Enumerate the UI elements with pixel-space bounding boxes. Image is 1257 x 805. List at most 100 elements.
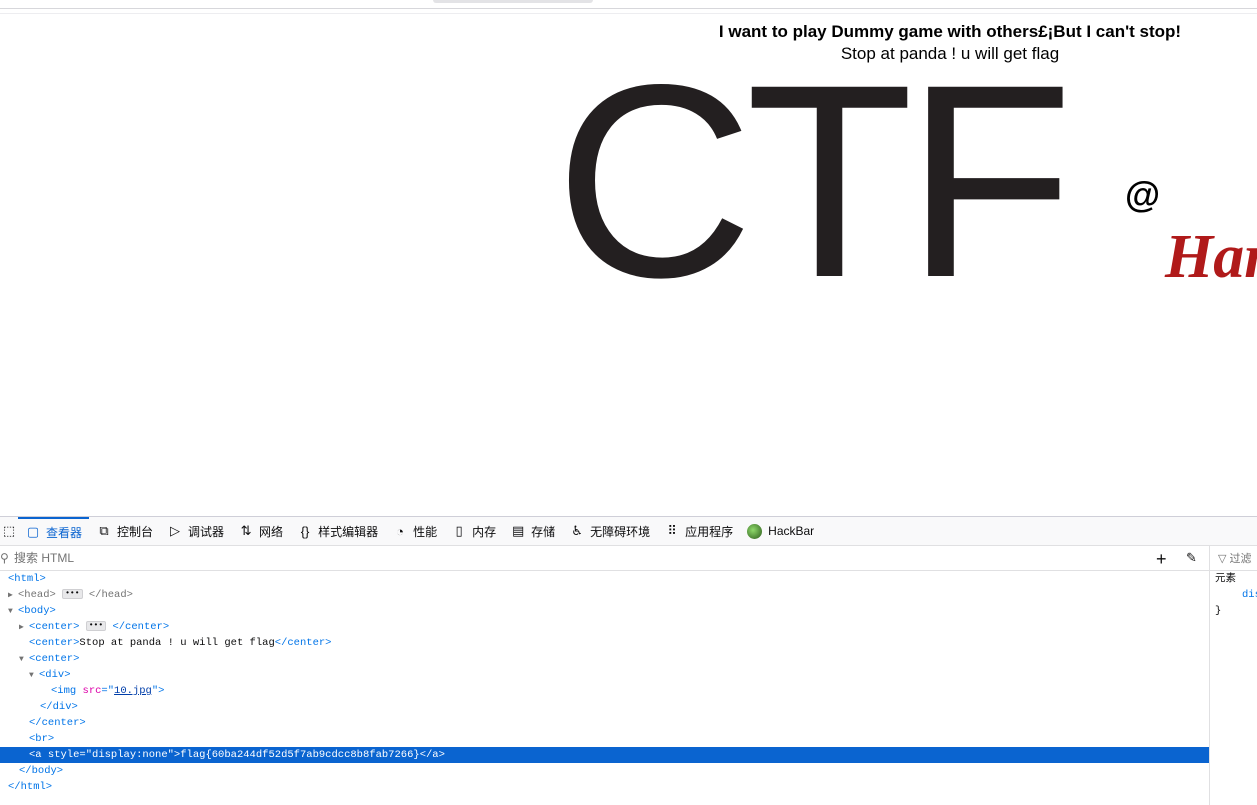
devtools-panel: ⬚ ▢ 查看器 ⧉ 控制台 ▷ 调试器 ⇅ 网络 {} 样式编辑器 ◔ 性能 ▯…	[0, 516, 1257, 805]
collapse-arrow-icon[interactable]: ▼	[8, 604, 18, 620]
tree-row-center-1[interactable]: ▶ <center> ••• </center>	[0, 619, 1209, 635]
tab-label: 应用程序	[685, 524, 734, 539]
tag-head-open: <head>	[18, 589, 56, 601]
tree-row-div-close[interactable]: </div>	[0, 699, 1209, 715]
network-icon: ⇅	[240, 523, 252, 538]
performance-icon: ◔	[396, 523, 404, 539]
tab-inspector[interactable]: ▢ 查看器	[18, 516, 90, 546]
debugger-icon: ▷	[170, 523, 181, 538]
tab-debugger[interactable]: ▷ 调试器	[160, 517, 231, 546]
element-picker-icon[interactable]: ⬚	[0, 517, 18, 546]
tag-head-close: </head>	[88, 589, 133, 601]
tab-hackbar[interactable]: HackBar	[740, 517, 821, 546]
collapse-arrow-icon[interactable]: ▼	[19, 652, 29, 668]
tag-center-open: <center>	[29, 653, 80, 665]
tab-label: 内存	[472, 524, 497, 539]
rules-side-panel: ▽ 过滤 元素 dis }	[1209, 546, 1257, 805]
tag-img-post: ">	[151, 685, 165, 697]
tag-center-close: </center>	[112, 621, 170, 633]
tab-label: 存储	[531, 524, 556, 539]
rule-property[interactable]: dis	[1210, 587, 1257, 603]
html-search-bar: ⚲ + ✎	[0, 546, 1209, 571]
tab-label: 调试器	[188, 524, 225, 539]
tree-row-div[interactable]: ▼ <div>	[0, 667, 1209, 683]
expand-arrow-icon[interactable]: ▶	[19, 620, 29, 636]
tag-a-pre: <a	[29, 749, 48, 761]
tag-a-close: </a>	[419, 749, 445, 761]
console-icon: ⧉	[99, 523, 109, 538]
collapsed-ellipsis-icon[interactable]: •••	[85, 621, 107, 632]
ctf-logo-image: CTF	[555, 28, 1074, 335]
rule-close-brace: }	[1215, 605, 1222, 617]
application-icon: ⠿	[667, 523, 677, 538]
tag-center-open: <center>	[29, 637, 80, 649]
add-node-icon[interactable]: +	[1156, 549, 1167, 570]
collapse-arrow-icon[interactable]: ▼	[29, 668, 39, 684]
tab-console[interactable]: ⧉ 控制台	[89, 517, 160, 546]
screen: I want to play Dummy game with others£¡B…	[0, 0, 1257, 805]
rules-filter[interactable]: ▽ 过滤	[1210, 546, 1257, 571]
tree-row-head[interactable]: ▶ <head> ••• </head>	[0, 587, 1209, 603]
img-src-link[interactable]: 10.jpg	[114, 685, 152, 697]
tree-row-center-3[interactable]: ▼ <center>	[0, 651, 1209, 667]
browser-chrome-divider	[0, 8, 1257, 9]
tab-label: 无障碍环境	[590, 524, 651, 539]
expand-arrow-icon[interactable]: ▶	[8, 588, 18, 604]
element-rule-header: 元素	[1210, 571, 1257, 587]
flag-text: flag{60ba244df52d5f7ab9cdcc8b8fab7266}	[180, 749, 420, 761]
filter-label: 过滤	[1229, 553, 1252, 565]
tab-network[interactable]: ⇅ 网络	[231, 517, 290, 546]
browser-tab-edge	[433, 0, 593, 3]
tree-row-html[interactable]: <html>	[0, 571, 1209, 587]
at-symbol: @	[1125, 174, 1161, 215]
element-rule-label: 元素	[1215, 573, 1236, 585]
tag-html-close: </html>	[8, 781, 53, 793]
tab-label: 控制台	[117, 524, 154, 539]
tab-label: 网络	[259, 524, 284, 539]
eyedropper-icon[interactable]: ✎	[1186, 550, 1197, 566]
tag-center-open: <center>	[29, 621, 80, 633]
tab-performance[interactable]: ◔ 性能	[385, 517, 444, 546]
tree-row-center-close[interactable]: </center>	[0, 715, 1209, 731]
tag-body-open: <body>	[18, 605, 56, 617]
search-html-input[interactable]	[14, 551, 1114, 565]
tag-br: <br>	[29, 733, 55, 745]
hackbar-icon	[747, 523, 763, 539]
tree-row-br[interactable]: <br>	[0, 731, 1209, 747]
attr-style: style	[47, 749, 80, 761]
filter-icon: ▽	[1218, 552, 1227, 565]
tab-label: 查看器	[46, 525, 83, 540]
markup-tree: <html> ▶ <head> ••• </head> ▼ <body> ▶ <cen…	[0, 571, 1209, 805]
collapsed-ellipsis-icon[interactable]: •••	[62, 589, 83, 600]
tree-row-center-2[interactable]: <center>Stop at panda ! u will get flag<…	[0, 635, 1209, 651]
tab-memory[interactable]: ▯ 内存	[444, 517, 503, 546]
tab-storage[interactable]: ▤ 存储	[503, 517, 562, 546]
center-text: Stop at panda ! u will get flag	[79, 637, 275, 649]
tag-img-pre: <img	[51, 685, 83, 697]
tab-accessibility[interactable]: ♿ 无障碍环境	[562, 517, 657, 546]
memory-icon: ▯	[455, 523, 463, 538]
tag-html-open: <html>	[8, 573, 46, 585]
inspector-icon: ▢	[26, 524, 40, 539]
tree-row-anchor-selected[interactable]: <a style="display:none">flag{60ba244df52…	[0, 747, 1209, 763]
tree-row-body-close[interactable]: </body>	[0, 763, 1209, 779]
attr-eq: ="	[101, 685, 115, 697]
tag-center-close: </center>	[29, 717, 86, 729]
attr-src: src	[82, 685, 102, 697]
search-icon: ⚲	[0, 551, 9, 565]
tag-body-close: </body>	[19, 765, 64, 777]
tree-row-body[interactable]: ▼ <body>	[0, 603, 1209, 619]
tab-application[interactable]: ⠿ 应用程序	[657, 517, 740, 546]
tab-label: 性能	[413, 524, 438, 539]
tag-div-close: </div>	[40, 701, 78, 713]
tree-row-img[interactable]: <img src="10.jpg">	[0, 683, 1209, 699]
tab-style-editor[interactable]: {} 样式编辑器	[290, 517, 385, 546]
storage-icon: ▤	[511, 523, 525, 538]
hard-logo-text: Har	[1165, 223, 1257, 291]
tree-row-html-close[interactable]: </html>	[0, 779, 1209, 795]
tag-div-open: <div>	[39, 669, 71, 681]
accessibility-icon: ♿	[571, 523, 583, 538]
style-editor-icon: {}	[300, 523, 310, 539]
devtools-toolbar: ⬚ ▢ 查看器 ⧉ 控制台 ▷ 调试器 ⇅ 网络 {} 样式编辑器 ◔ 性能 ▯…	[0, 516, 1257, 546]
tag-center-close: </center>	[274, 637, 332, 649]
